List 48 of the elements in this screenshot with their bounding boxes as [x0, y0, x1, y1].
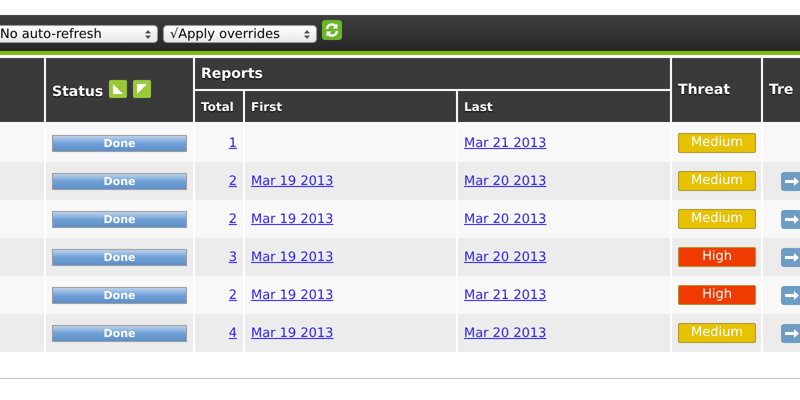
- status-bar: Done: [52, 134, 187, 152]
- report-link[interactable]: 1: [228, 136, 237, 150]
- report-link[interactable]: Mar 21 2013: [464, 288, 546, 302]
- status-bar: Done: [52, 172, 187, 190]
- report-link[interactable]: Mar 20 2013: [464, 174, 546, 188]
- updown-icon: [304, 30, 310, 38]
- overrides-select[interactable]: √Apply overrides: [163, 25, 317, 43]
- report-link[interactable]: Mar 20 2013: [464, 250, 546, 264]
- arrow-right-icon[interactable]: [781, 248, 800, 266]
- threat-badge: Medium: [678, 171, 756, 191]
- arrow-right-icon[interactable]: [781, 324, 800, 342]
- report-link[interactable]: Mar 19 2013: [251, 212, 334, 226]
- report-link[interactable]: 3: [228, 250, 237, 264]
- report-link[interactable]: 2: [228, 174, 237, 188]
- status-bar: Done: [52, 324, 187, 342]
- threat-badge: Medium: [678, 209, 756, 229]
- column-header: First: [251, 100, 282, 114]
- sort-descending-icon[interactable]: [133, 80, 152, 98]
- threat-badge: Medium: [678, 133, 756, 153]
- report-link[interactable]: 4: [228, 326, 237, 340]
- status-bar: Done: [52, 248, 187, 266]
- report-link[interactable]: 2: [228, 212, 237, 226]
- column-header: Total: [201, 100, 234, 114]
- status-bar: Done: [52, 286, 187, 304]
- report-link[interactable]: Mar 19 2013: [251, 174, 334, 188]
- threat-badge: High: [678, 247, 756, 267]
- report-link[interactable]: Mar 20 2013: [464, 326, 546, 340]
- threat-badge: Medium: [678, 323, 756, 343]
- refresh-select[interactable]: No auto-refresh: [0, 25, 158, 43]
- column-header: Reports: [201, 66, 263, 82]
- status-bar: Done: [52, 210, 187, 228]
- report-link[interactable]: Mar 19 2013: [251, 250, 334, 264]
- arrow-right-icon[interactable]: [781, 172, 800, 190]
- report-link[interactable]: Mar 20 2013: [464, 212, 546, 226]
- sort-ascending-icon[interactable]: [109, 80, 128, 98]
- arrow-right-icon[interactable]: [781, 210, 800, 228]
- arrow-right-icon[interactable]: [781, 286, 800, 304]
- report-link[interactable]: Mar 19 2013: [251, 326, 334, 340]
- column-header: Status: [52, 84, 104, 100]
- updown-icon: [145, 30, 151, 38]
- column-header: Last: [464, 100, 493, 114]
- column-header: Threat: [678, 82, 730, 98]
- report-link[interactable]: Mar 19 2013: [251, 288, 334, 302]
- report-link[interactable]: Mar 21 2013: [464, 136, 546, 150]
- threat-badge: High: [678, 285, 756, 305]
- report-link[interactable]: 2: [228, 288, 237, 302]
- column-header: Tre: [769, 82, 794, 98]
- refresh-icon[interactable]: [322, 20, 342, 40]
